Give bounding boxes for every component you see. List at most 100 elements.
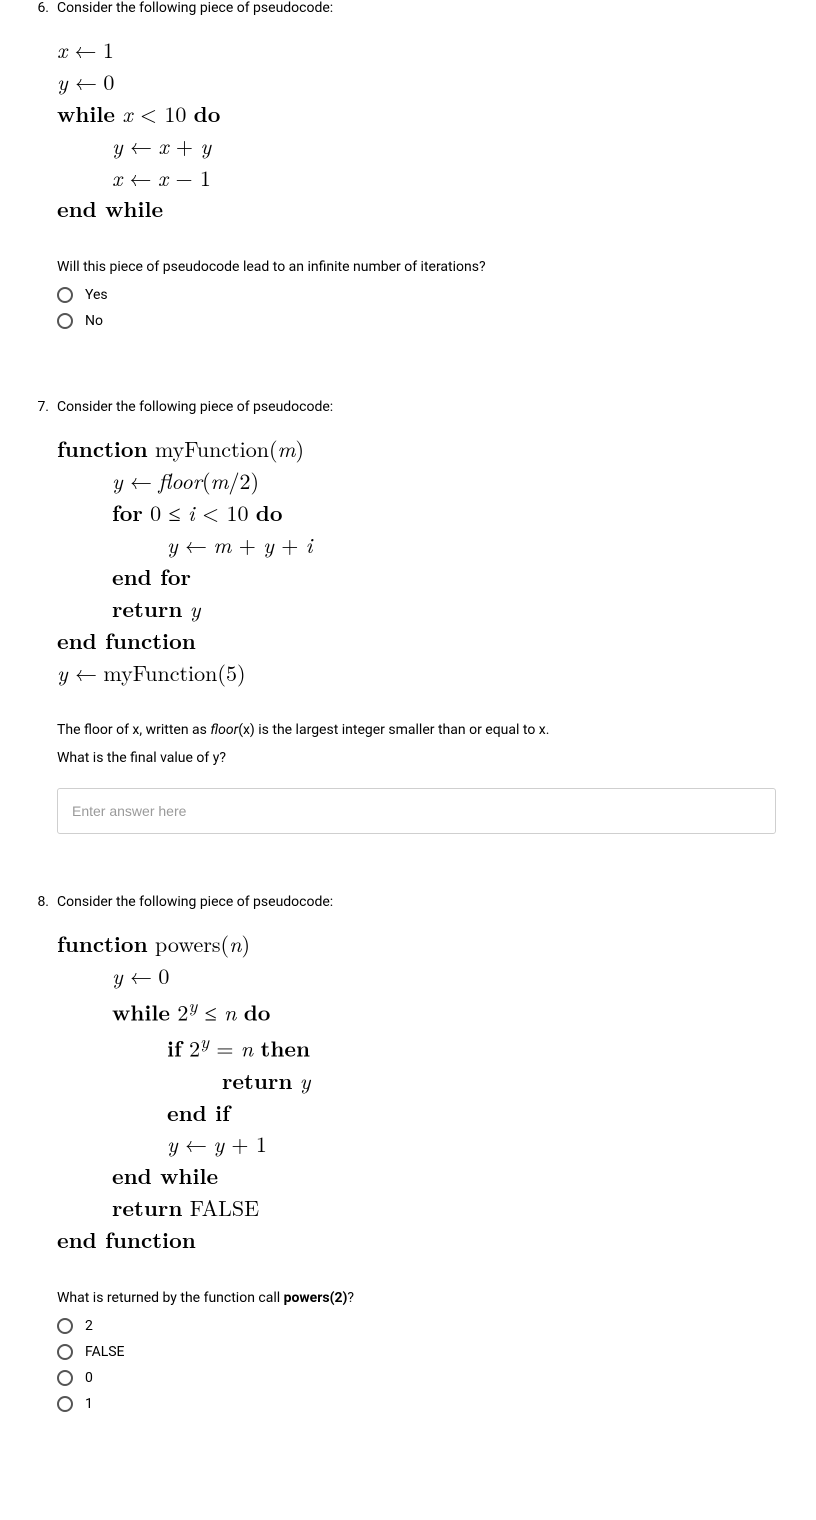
radio-label: 0	[85, 1370, 93, 1386]
val-0: 0	[103, 66, 114, 97]
radio-option-yes[interactable]: Yes	[57, 287, 776, 303]
question-number: 6.	[25, 0, 57, 16]
radio-group: Yes No	[57, 287, 776, 329]
kw-then: then	[261, 1033, 311, 1064]
kw-return: return	[222, 1065, 292, 1096]
question-body: Consider the following piece of pseudoco…	[57, 0, 776, 339]
kw-return: return	[112, 1192, 182, 1223]
arg-n: n	[229, 928, 241, 959]
radio-option-0[interactable]: 0	[57, 1370, 776, 1386]
var-y: y	[200, 130, 211, 161]
var-n: n	[241, 1033, 253, 1064]
exp-y: y	[200, 1028, 209, 1054]
radio-label: FALSE	[85, 1344, 125, 1360]
kw-function: function	[57, 433, 148, 464]
op-plus: +	[231, 1128, 248, 1159]
exp-y: y	[188, 992, 197, 1018]
var-y: y	[112, 130, 123, 161]
pseudocode-block: x ← 1 y ← 0 while x < 10 do y ← x + y x …	[57, 34, 776, 225]
question-number: 8.	[25, 894, 57, 910]
radio-label: 1	[85, 1396, 93, 1412]
kw-do: do	[256, 497, 283, 528]
var-y: y	[112, 465, 123, 496]
op-le: ≤	[168, 497, 180, 528]
question-prompt: Consider the following piece of pseudoco…	[57, 894, 776, 910]
radio-icon	[57, 1318, 73, 1334]
radio-icon	[57, 313, 73, 329]
floor-word: floor	[210, 722, 238, 738]
kw-return: return	[112, 593, 182, 624]
base-2: 2	[189, 1033, 200, 1064]
text: What is returned by the function call	[57, 1290, 284, 1306]
val-10: 10	[164, 98, 186, 129]
var-n: n	[224, 997, 236, 1028]
kw-do: do	[244, 997, 271, 1028]
kw-end-function: end function	[57, 625, 196, 656]
val-1: 1	[103, 34, 114, 65]
answer-input[interactable]	[57, 788, 776, 834]
kw-function: function	[57, 928, 148, 959]
pseudocode-block: function myFunction(m) y ← floor(m/2) fo…	[57, 433, 776, 688]
text: ?	[347, 1290, 354, 1306]
kw-while: while	[112, 997, 170, 1028]
val-0: 0	[158, 960, 169, 991]
var-y: y	[112, 960, 123, 991]
var-i: i	[306, 529, 313, 560]
val-false: FALSE	[190, 1192, 259, 1223]
var-y: y	[57, 66, 68, 97]
radio-option-1[interactable]: 1	[57, 1396, 776, 1412]
val-1: 1	[256, 1128, 267, 1159]
radio-icon	[57, 287, 73, 303]
var-y: y	[167, 1128, 178, 1159]
fn-floor: floor	[158, 465, 202, 496]
text: The floor of x, written as	[57, 722, 210, 738]
radio-option-false[interactable]: FALSE	[57, 1344, 776, 1360]
fn-call: myFunction	[103, 657, 217, 688]
kw-for: for	[112, 497, 143, 528]
var-x: x	[57, 34, 67, 65]
radio-option-no[interactable]: No	[57, 313, 776, 329]
question-7: 7. Consider the following piece of pseud…	[0, 399, 816, 894]
sub-question: What is returned by the function call po…	[57, 1290, 776, 1306]
kw-end-if: end if	[167, 1097, 230, 1128]
text: (x) is the largest integer smaller than …	[238, 722, 549, 738]
question-body: Consider the following piece of pseudoco…	[57, 894, 776, 1422]
question-number: 7.	[25, 399, 57, 415]
kw-while: while	[57, 98, 115, 129]
call-text: powers(2)	[284, 1290, 348, 1306]
op-minus: −	[175, 162, 192, 193]
val-0: 0	[150, 497, 161, 528]
question-prompt: Consider the following piece of pseudoco…	[57, 0, 776, 16]
op-le: ≤	[205, 997, 217, 1028]
kw-do: do	[194, 98, 221, 129]
radio-group: 2 FALSE 0 1	[57, 1318, 776, 1412]
floor-explain: The floor of x, written as floor(x) is t…	[57, 722, 776, 738]
radio-icon	[57, 1344, 73, 1360]
op-plus: +	[281, 529, 298, 560]
radio-icon	[57, 1370, 73, 1386]
var-x: x	[112, 162, 122, 193]
var-x: x	[158, 162, 168, 193]
question-8: 8. Consider the following piece of pseud…	[0, 894, 816, 1432]
op-plus: +	[176, 130, 193, 161]
var-i: i	[188, 497, 195, 528]
var-y: y	[57, 657, 68, 688]
radio-icon	[57, 1396, 73, 1412]
radio-option-2[interactable]: 2	[57, 1318, 776, 1334]
kw-end-function: end function	[57, 1224, 196, 1255]
var-x: x	[122, 98, 132, 129]
op-lt: <	[140, 98, 157, 129]
radio-label: 2	[85, 1318, 93, 1334]
var-m: m	[213, 529, 231, 560]
op-plus: +	[239, 529, 256, 560]
question-prompt: Consider the following piece of pseudoco…	[57, 399, 776, 415]
var-y: y	[263, 529, 274, 560]
op-lt: <	[202, 497, 219, 528]
var-y: y	[300, 1065, 311, 1096]
kw-if: if	[167, 1033, 182, 1064]
arg-5: 5	[226, 657, 237, 688]
fn-name: powers	[155, 928, 221, 959]
val-1: 1	[200, 162, 211, 193]
kw-end-while: end while	[112, 1160, 218, 1191]
kw-end-while: end while	[57, 193, 163, 224]
